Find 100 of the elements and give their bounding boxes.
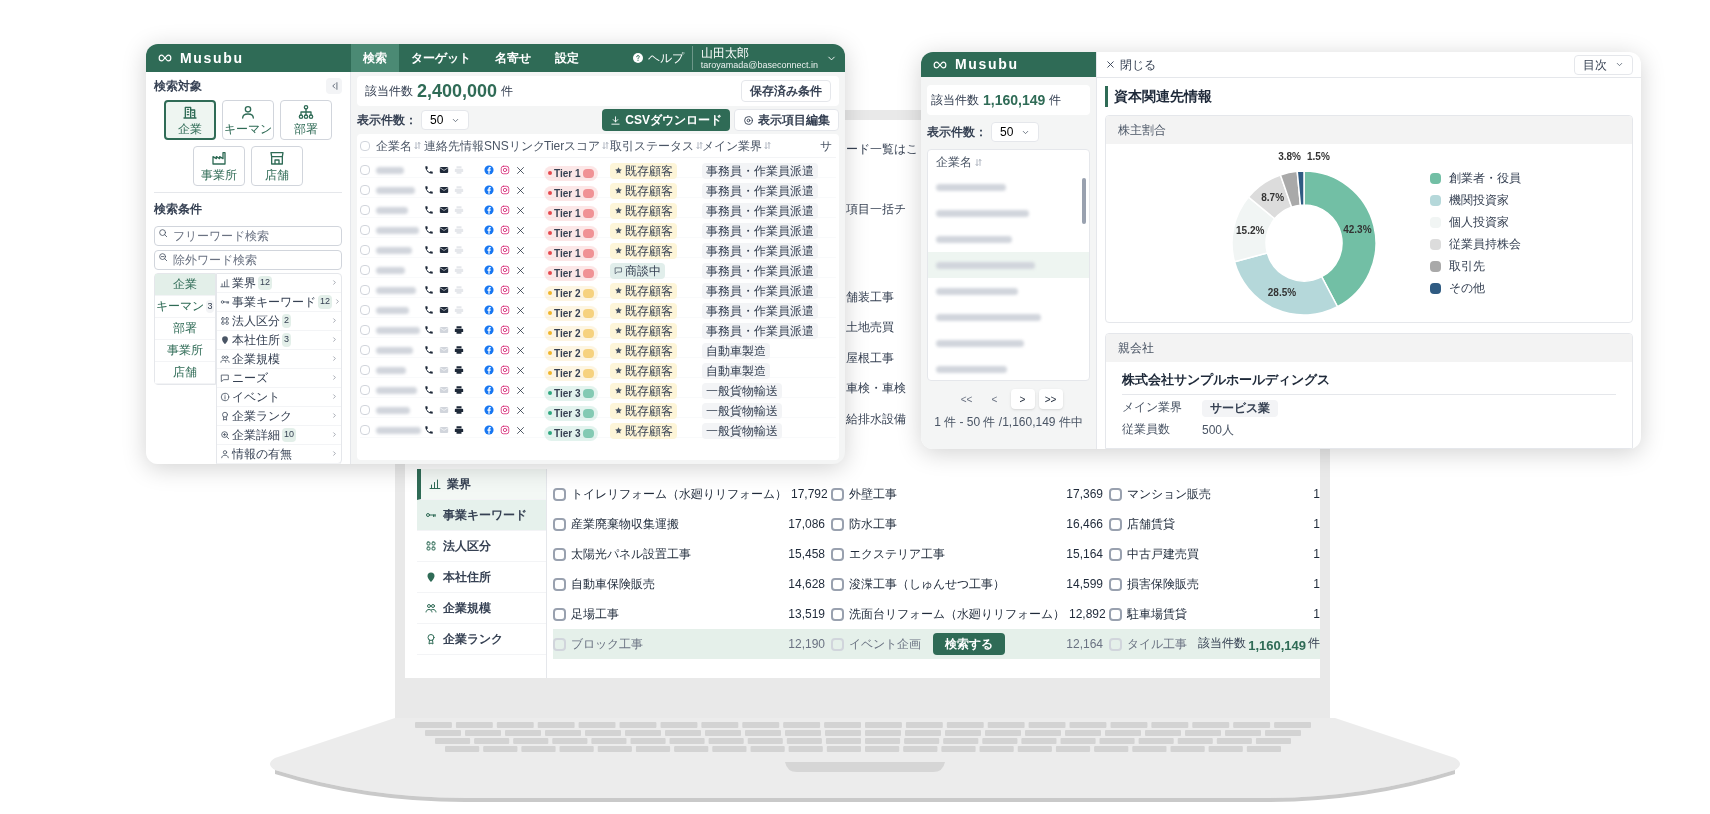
filter-item[interactable]: 本社住所 3: [217, 330, 341, 350]
filter-item[interactable]: 事業キーワード 12: [217, 292, 341, 312]
collapse-button[interactable]: [326, 77, 342, 94]
filter-item[interactable]: イベント: [217, 387, 341, 407]
x-logo-icon: [516, 345, 525, 355]
nav-tab[interactable]: 検索: [351, 44, 399, 72]
facebook-icon: [484, 265, 494, 275]
checkbox[interactable]: [360, 165, 370, 175]
checkbox[interactable]: [831, 637, 844, 651]
nav-tab[interactable]: 設定: [543, 44, 591, 72]
phone-icon: [424, 285, 434, 295]
per-page-select[interactable]: 50: [991, 122, 1040, 142]
nav-item[interactable]: 業界: [417, 469, 546, 500]
status-label: 既存顧客: [625, 162, 673, 180]
checkbox[interactable]: [360, 225, 370, 235]
checkbox[interactable]: [360, 365, 370, 375]
page-button[interactable]: >>: [1038, 389, 1063, 409]
checkbox[interactable]: [1109, 577, 1122, 591]
checkbox[interactable]: [1109, 637, 1122, 651]
checkbox[interactable]: [1109, 517, 1122, 531]
page-button[interactable]: >: [1010, 389, 1035, 409]
keyword-label: 外壁工事: [849, 486, 897, 503]
keyword-label: 洗面台リフォーム（水廻りリフォーム）: [849, 606, 1065, 623]
filter-item[interactable]: ニーズ: [217, 368, 341, 388]
help-link[interactable]: ヘルプ: [623, 49, 692, 67]
checkbox[interactable]: [360, 325, 370, 335]
keyword-label: エクステリア工事: [849, 546, 945, 563]
score-chip: [582, 208, 594, 218]
checkbox[interactable]: [360, 305, 370, 315]
filter-item[interactable]: 法人区分 2: [217, 311, 341, 331]
filter-item[interactable]: 業界 12: [217, 273, 341, 293]
filter-item[interactable]: 企業規模: [217, 349, 341, 369]
checkbox[interactable]: [360, 385, 370, 395]
checkbox[interactable]: [360, 205, 370, 215]
exclude-field[interactable]: 除外ワード検索: [154, 249, 342, 270]
column-header: 企業名: [936, 154, 972, 171]
checkbox[interactable]: [553, 607, 566, 621]
screen-text: 土地売買: [846, 319, 894, 336]
filter-item[interactable]: 情報の有無: [217, 444, 341, 464]
data-label: 3.8%: [1277, 151, 1301, 162]
checkbox[interactable]: [553, 577, 566, 591]
screen-text: 舗装工事: [846, 289, 894, 306]
chevron-right-icon: [331, 431, 338, 439]
count-badge: 2: [282, 314, 291, 328]
keyword-label: イベント企画: [849, 636, 921, 653]
checkbox[interactable]: [360, 245, 370, 255]
nav-item[interactable]: 事業キーワード: [417, 500, 546, 531]
toc-dropdown[interactable]: 目次: [1574, 54, 1633, 75]
checkbox[interactable]: [553, 487, 566, 501]
checkbox[interactable]: [831, 487, 844, 501]
checkbox[interactable]: [360, 265, 370, 275]
checkbox[interactable]: [553, 517, 566, 531]
checkbox[interactable]: [831, 517, 844, 531]
close-button[interactable]: 閉じる: [1105, 55, 1156, 74]
keyword-count: 12,892: [1068, 606, 1106, 623]
category-tab[interactable]: 企業: [155, 273, 215, 296]
column-header: SNSリンク: [484, 137, 545, 155]
target-tile[interactable]: 部署: [280, 99, 332, 140]
column-header: 連絡先情報: [424, 137, 484, 155]
checkbox[interactable]: [360, 345, 370, 355]
saved-conditions-button[interactable]: 保存済み条件: [741, 80, 831, 102]
checkbox[interactable]: [360, 285, 370, 295]
bar-chart-icon: [429, 478, 441, 490]
facebook-icon: [484, 205, 494, 215]
target-tile[interactable]: 事業所: [193, 145, 245, 186]
target-tile[interactable]: キーマン: [222, 99, 274, 140]
scrollbar-thumb[interactable]: [1082, 178, 1086, 224]
checkbox[interactable]: [831, 547, 844, 561]
checkbox[interactable]: [553, 637, 566, 651]
keyword-count: 15,458: [787, 546, 825, 563]
target-tile[interactable]: 店舗: [251, 145, 303, 186]
phone-icon: [424, 385, 434, 395]
chevron-down-icon: [1615, 60, 1624, 69]
checkbox[interactable]: [831, 577, 844, 591]
checkbox[interactable]: [1109, 487, 1122, 501]
target-tile[interactable]: 企業: [164, 99, 216, 140]
checkbox[interactable]: [1109, 547, 1122, 561]
status-label: 既存顧客: [625, 222, 673, 240]
checkbox[interactable]: [831, 607, 844, 621]
logo-text: Musubu: [180, 48, 244, 68]
filter-item[interactable]: 企業ランク: [217, 406, 341, 426]
blurred-text: [376, 266, 405, 274]
star-icon: [614, 386, 623, 395]
count-badge: 12: [258, 276, 272, 290]
checkbox[interactable]: [360, 425, 370, 435]
csv-download-button[interactable]: CSVダウンロード: [602, 109, 730, 131]
search-button[interactable]: 検索する: [933, 633, 1005, 655]
per-page-select[interactable]: 50: [421, 110, 470, 130]
checkbox[interactable]: [360, 140, 370, 151]
nav-tab[interactable]: ターゲット: [399, 44, 483, 72]
edit-columns-button[interactable]: 表示項目編集: [734, 109, 839, 131]
checkbox[interactable]: [360, 405, 370, 415]
instagram-icon: [500, 165, 510, 175]
filter-item[interactable]: 企業詳細 10: [217, 425, 341, 445]
checkbox[interactable]: [360, 185, 370, 195]
nav-tab[interactable]: 名寄せ: [483, 44, 543, 72]
x-logo-icon: [516, 325, 525, 335]
checkbox[interactable]: [1109, 607, 1122, 621]
search-field[interactable]: フリーワード検索: [154, 225, 342, 246]
checkbox[interactable]: [553, 547, 566, 561]
